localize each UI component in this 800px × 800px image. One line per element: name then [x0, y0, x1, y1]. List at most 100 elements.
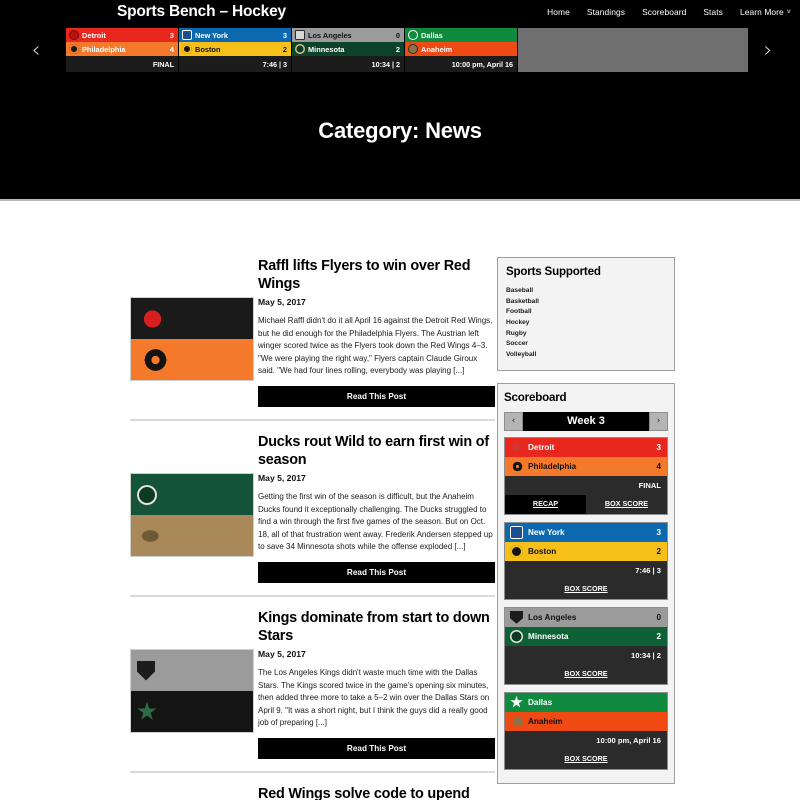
week-prev-button[interactable]: ‹ — [504, 411, 523, 431]
site-title: Sports Bench – Hockey — [117, 3, 286, 20]
ticker-games: Detroit 3 Philadelphia 4 FINAL New York … — [66, 28, 748, 72]
team-name: Detroit — [82, 30, 106, 40]
team-name: New York — [528, 527, 565, 537]
article-title[interactable]: Red Wings solve code to upend Rangers in… — [258, 785, 495, 800]
thumb-top-half — [131, 474, 253, 515]
nav-item-learn-more[interactable]: Learn More ˅ — [740, 7, 791, 17]
team-name: Philadelphia — [528, 461, 577, 471]
nav-item-home[interactable]: Home — [547, 7, 570, 17]
list-item[interactable]: Basketball — [506, 297, 666, 308]
list-item[interactable]: Hockey — [506, 318, 666, 329]
article-list: Raffl lifts Flyers to win over Red Wings… — [130, 257, 495, 800]
nav-item-stats[interactable]: Stats — [703, 7, 723, 17]
article-thumbnail[interactable] — [130, 649, 254, 733]
site-hero: Sports Bench – Hockey Home Standings Sco… — [0, 0, 800, 201]
article-title[interactable]: Kings dominate from start to down Stars — [258, 609, 495, 646]
thumb-bottom-half — [131, 691, 253, 732]
ducks-logo — [408, 44, 418, 54]
ducks-logo — [510, 714, 523, 728]
thumb-bottom-half — [131, 515, 253, 556]
box-score-link[interactable]: BOX SCORE — [505, 749, 667, 769]
ticker-status: 10:00 pm, April 16 — [405, 56, 517, 72]
scoreboard-away-row: Dallas — [505, 692, 667, 712]
team-name: Los Angeles — [308, 30, 352, 40]
scoreboard-game: Dallas Anaheim 10:00 pm, April 16 BOX SC… — [504, 691, 668, 770]
article-thumbnail[interactable] — [130, 297, 254, 381]
ticker-status: 7:46 | 3 — [179, 56, 291, 72]
scoreboard-game: Los Angeles 0 Minnesota 2 10:34 | 2 BOX … — [504, 606, 668, 685]
thumb-bottom-half — [131, 339, 253, 380]
wild-logo — [510, 629, 523, 643]
ticker-home-row: Philadelphia 4 — [66, 42, 178, 56]
team-score: 2 — [395, 44, 400, 54]
team-score: 3 — [282, 30, 287, 40]
team-name: Philadelphia — [82, 44, 126, 54]
article-date: May 5, 2017 — [258, 472, 306, 483]
scoreboard-widget: Scoreboard ‹ Week 3 › Detroit 3 Philadel… — [497, 382, 675, 784]
widget-title: Sports Supported — [506, 265, 601, 278]
game-status: 7:46 | 3 — [505, 560, 667, 580]
ticker-game[interactable]: Detroit 3 Philadelphia 4 FINAL — [66, 28, 179, 72]
sports-supported-widget: Sports Supported Baseball Basketball Foo… — [497, 257, 675, 371]
ticker-game[interactable]: Los Angeles 0 Minnesota 2 10:34 | 2 — [292, 28, 405, 72]
nav-item-standings[interactable]: Standings — [587, 7, 625, 17]
rangers-logo — [182, 30, 192, 40]
ticker-home-row: Boston 2 — [179, 42, 291, 56]
ducks-logo — [137, 526, 159, 545]
article-excerpt: The Los Angeles Kings didn't waste much … — [258, 667, 490, 728]
nav-item-scoreboard[interactable]: Scoreboard — [642, 7, 686, 17]
read-this-post-button[interactable]: Read This Post — [258, 562, 495, 583]
page-title: Category: News — [318, 118, 482, 143]
list-item[interactable]: Volleyball — [506, 350, 666, 361]
box-score-link[interactable]: BOX SCORE — [505, 579, 667, 599]
team-name: Anaheim — [421, 44, 453, 54]
scoreboard-home-row: Boston 2 — [505, 541, 667, 561]
team-name: Dallas — [421, 30, 443, 40]
week-label: Week 3 — [523, 411, 649, 431]
scoreboard-home-row: Anaheim — [505, 711, 667, 731]
scoreboard-away-row: Los Angeles 0 — [505, 607, 667, 627]
week-next-button[interactable]: › — [649, 411, 668, 431]
read-this-post-button[interactable]: Read This Post — [258, 386, 495, 407]
wild-logo — [295, 44, 305, 54]
article-date: May 5, 2017 — [258, 296, 306, 307]
nav-label: Stats — [703, 7, 723, 17]
ticker-away-row: Dallas — [405, 28, 517, 42]
article-title[interactable]: Ducks rout Wild to earn first win of sea… — [258, 433, 495, 470]
list-item[interactable]: Rugby — [506, 329, 666, 340]
scoreboard-home-row: Minnesota 2 — [505, 626, 667, 646]
ticker-away-row: New York 3 — [179, 28, 291, 42]
article-title[interactable]: Raffl lifts Flyers to win over Red Wings — [258, 257, 495, 294]
ticker-game[interactable]: New York 3 Boston 2 7:46 | 3 — [179, 28, 292, 72]
list-item[interactable]: Soccer — [506, 339, 666, 350]
read-this-post-button[interactable]: Read This Post — [258, 738, 495, 759]
kings-logo — [295, 30, 305, 40]
list-item[interactable]: Baseball — [506, 286, 666, 297]
stars-logo — [137, 701, 157, 720]
red-wings-logo — [510, 440, 523, 454]
team-name: Boston — [528, 546, 557, 556]
ticker-game[interactable]: Dallas Anaheim 10:00 pm, April 16 — [405, 28, 518, 72]
kings-logo — [137, 660, 155, 681]
game-links: BOX SCORE — [505, 664, 667, 684]
ticker-empty-slot — [518, 28, 748, 72]
team-name: Dallas — [528, 697, 553, 707]
ticker-home-row: Minnesota 2 — [292, 42, 404, 56]
team-name: New York — [195, 30, 228, 40]
team-score: 0 — [395, 30, 400, 40]
team-name: Minnesota — [528, 631, 569, 641]
recap-link[interactable]: RECAP — [505, 494, 586, 514]
game-links: BOX SCORE — [505, 579, 667, 599]
ticker-away-row: Los Angeles 0 — [292, 28, 404, 42]
kings-logo — [510, 610, 523, 624]
nav-label: Standings — [586, 7, 626, 17]
ticker-prev-button[interactable]: ‹ — [10, 28, 62, 72]
article-date: May 5, 2017 — [258, 648, 306, 659]
list-item[interactable]: Football — [506, 307, 666, 318]
box-score-link[interactable]: BOX SCORE — [505, 664, 667, 684]
thumb-top-half — [131, 650, 253, 691]
ticker-next-button[interactable]: › — [742, 28, 794, 72]
article-thumbnail[interactable] — [130, 473, 254, 557]
nav-label: Learn More — [739, 7, 784, 17]
box-score-link[interactable]: BOX SCORE — [586, 494, 667, 514]
